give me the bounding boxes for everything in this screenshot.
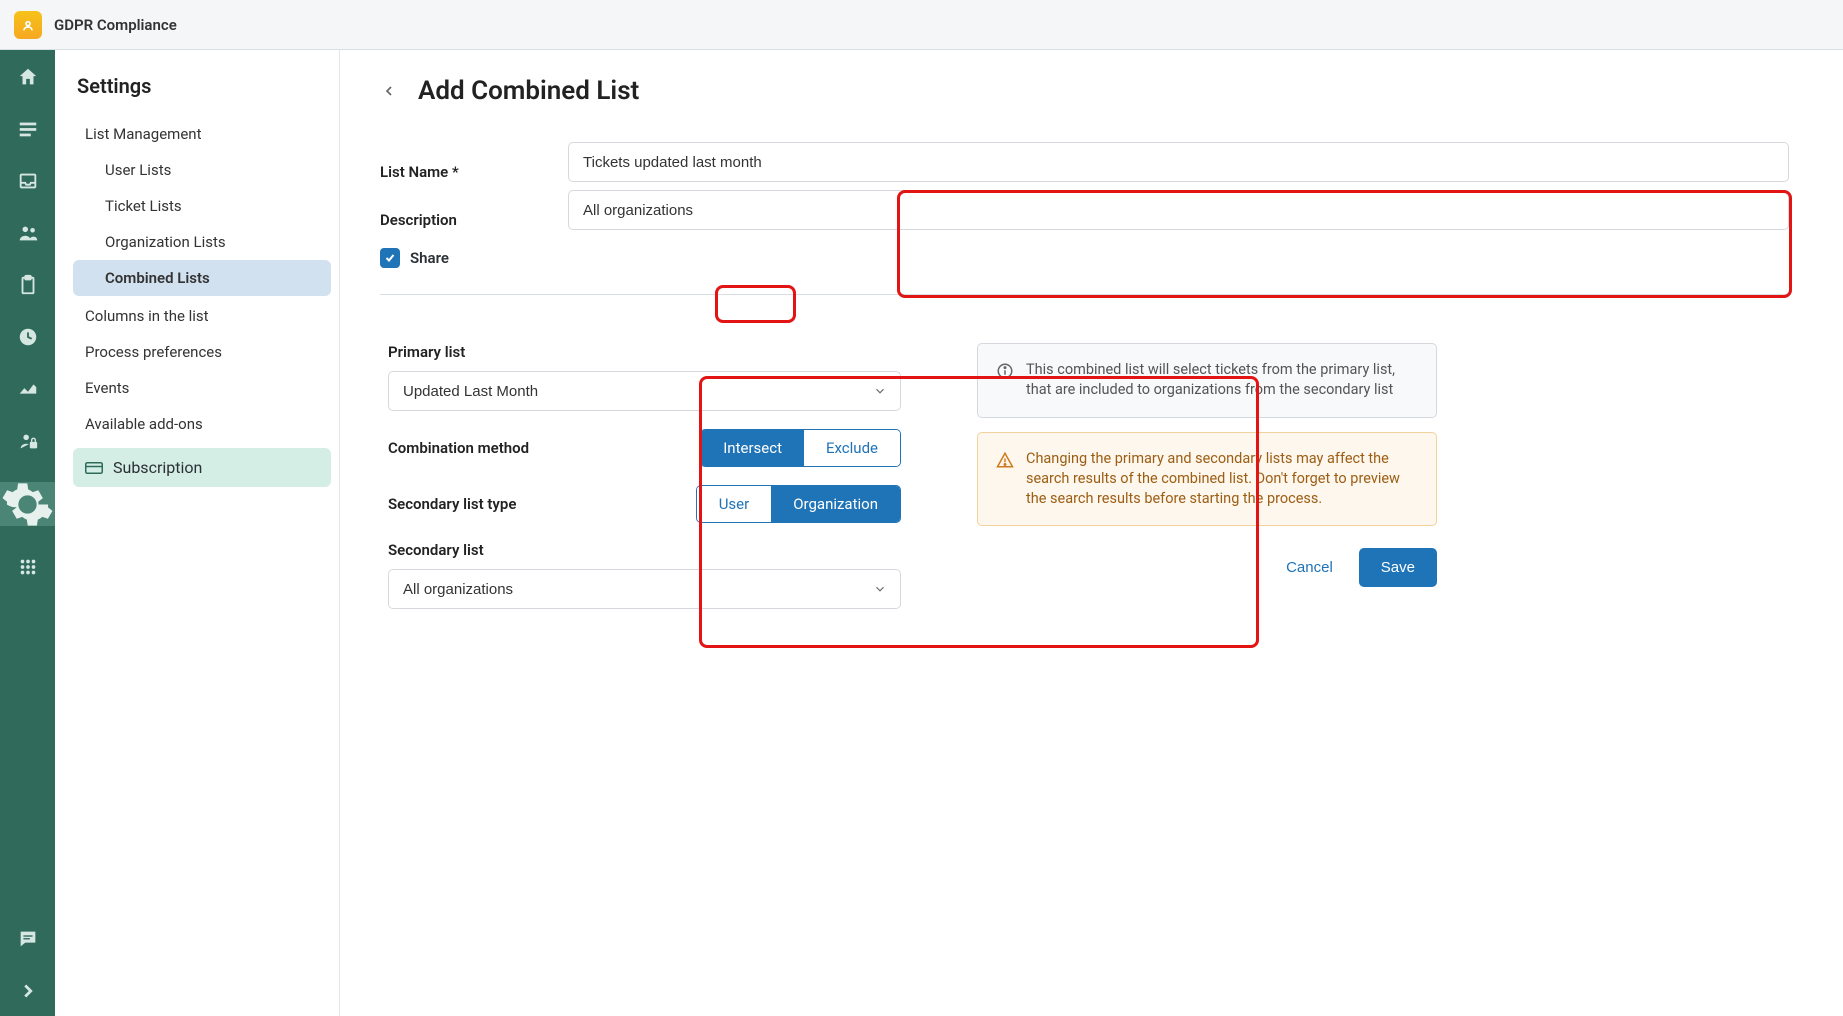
sidebar-item-process-prefs[interactable]: Process preferences — [73, 334, 331, 370]
sidebar-item-ticket-lists[interactable]: Ticket Lists — [73, 188, 331, 224]
grid-icon[interactable] — [17, 556, 39, 578]
label-description: Description — [380, 196, 550, 244]
inbox-icon[interactable] — [17, 170, 39, 192]
warning-text: Changing the primary and secondary lists… — [1026, 449, 1418, 510]
warning-box: Changing the primary and secondary lists… — [977, 432, 1437, 527]
label-secondary-list-type: Secondary list type — [388, 495, 516, 513]
save-button[interactable]: Save — [1359, 548, 1437, 587]
sidebar-item-subscription[interactable]: Subscription — [73, 448, 331, 487]
app-title: GDPR Compliance — [54, 16, 177, 34]
check-icon — [384, 252, 396, 264]
clipboard-icon[interactable] — [17, 274, 39, 296]
divider — [380, 294, 1789, 295]
toggle-user[interactable]: User — [697, 486, 772, 522]
users-icon[interactable] — [17, 222, 39, 244]
main-content: Add Combined List List Name * Descriptio… — [340, 50, 1843, 1016]
app-logo — [14, 11, 42, 39]
annotation-highlight — [715, 285, 796, 323]
home-icon[interactable] — [17, 66, 39, 88]
combination-method-toggle: Intersect Exclude — [700, 429, 901, 467]
info-text: This combined list will select tickets f… — [1026, 360, 1418, 401]
primary-list-select[interactable]: Updated Last Month — [388, 371, 901, 411]
sidebar-item-columns[interactable]: Columns in the list — [73, 298, 331, 334]
sidebar-item-addons[interactable]: Available add-ons — [73, 406, 331, 442]
share-checkbox-row[interactable]: Share — [380, 248, 550, 268]
sidebar-item-org-lists[interactable]: Organization Lists — [73, 224, 331, 260]
card-icon — [85, 461, 103, 475]
lock-user-icon[interactable] — [17, 430, 39, 452]
info-box: This combined list will select tickets f… — [977, 343, 1437, 418]
chevron-right-icon[interactable] — [17, 980, 39, 1002]
chat-icon[interactable] — [17, 928, 39, 950]
combination-settings: Primary list Updated Last Month Combinat… — [380, 321, 917, 631]
toggle-organization[interactable]: Organization — [771, 486, 900, 522]
clock-icon[interactable] — [17, 326, 39, 348]
top-header: GDPR Compliance — [0, 0, 1843, 50]
sidebar-item-list-management[interactable]: List Management — [73, 116, 331, 152]
label-list-name: List Name * — [380, 148, 550, 196]
list-icon[interactable] — [17, 118, 39, 140]
cancel-button[interactable]: Cancel — [1278, 548, 1341, 587]
label-secondary-list: Secondary list — [388, 541, 901, 559]
list-name-input[interactable] — [568, 142, 1789, 182]
nav-rail — [0, 50, 55, 1016]
secondary-list-select[interactable]: All organizations — [388, 569, 901, 609]
description-input[interactable] — [568, 190, 1789, 230]
sidebar-item-user-lists[interactable]: User Lists — [73, 152, 331, 188]
settings-sidebar: Settings List Management User Lists Tick… — [55, 50, 340, 1016]
label-primary-list: Primary list — [388, 343, 901, 361]
sidebar-item-events[interactable]: Events — [73, 370, 331, 406]
sidebar-item-combined-lists[interactable]: Combined Lists — [73, 260, 331, 296]
page-title: Add Combined List — [418, 76, 639, 106]
info-icon — [996, 362, 1014, 380]
sidebar-heading: Settings — [77, 74, 331, 98]
warning-icon — [996, 451, 1014, 469]
toggle-exclude[interactable]: Exclude — [804, 430, 900, 466]
secondary-type-toggle: User Organization — [696, 485, 901, 523]
share-checkbox[interactable] — [380, 248, 400, 268]
toggle-intersect[interactable]: Intersect — [701, 430, 804, 466]
label-combination-method: Combination method — [388, 439, 529, 457]
chart-icon[interactable] — [17, 378, 39, 400]
sidebar-item-label: Subscription — [113, 458, 202, 477]
label-share: Share — [410, 249, 449, 267]
chevron-left-icon — [381, 83, 397, 99]
back-button[interactable] — [376, 78, 402, 104]
gear-icon[interactable] — [0, 482, 55, 526]
